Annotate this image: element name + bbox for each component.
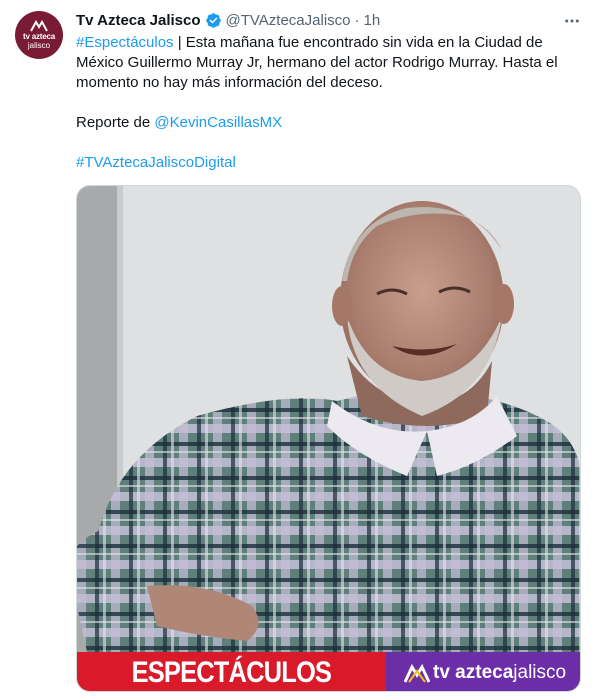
banner-section-label: ESPECTÁCULOS bbox=[77, 652, 386, 691]
report-paragraph: Reporte de @KevinCasillasMX bbox=[76, 113, 581, 133]
avatar-line1: tv azteca bbox=[23, 32, 55, 41]
photo-image bbox=[77, 186, 580, 652]
tweet-text: #Espectáculos | Esta mañana fue encontra… bbox=[76, 33, 581, 173]
tweet-card[interactable]: tv azteca jalisco Tv Azteca Jalisco @TVA… bbox=[0, 0, 595, 697]
banner-brand-text: tv azteca bbox=[433, 661, 514, 683]
verified-badge-icon[interactable] bbox=[205, 12, 222, 29]
display-name[interactable]: Tv Azteca Jalisco bbox=[76, 12, 201, 29]
tweet-media[interactable]: ESPECTÁCULOS tv azteca jalisco bbox=[76, 185, 581, 692]
banner-brand: tv azteca jalisco bbox=[386, 652, 580, 691]
banner-location-text: jalisco bbox=[513, 661, 567, 683]
avatar-line2: jalisco bbox=[27, 41, 51, 50]
tv-azteca-logo-icon bbox=[30, 20, 48, 32]
banner-left-text: ESPECTÁCULOS bbox=[131, 655, 332, 689]
timestamp[interactable]: 1h bbox=[364, 12, 381, 29]
avatar[interactable]: tv azteca jalisco bbox=[15, 11, 63, 59]
hashtag-link[interactable]: #Espectáculos bbox=[76, 34, 174, 51]
more-horizontal-icon[interactable] bbox=[563, 12, 581, 30]
tweet-body-paragraph: #Espectáculos | Esta mañana fue encontra… bbox=[76, 33, 581, 93]
tv-azteca-logo-icon bbox=[404, 663, 430, 683]
hashtag-paragraph: #TVAztecaJaliscoDigital bbox=[76, 153, 581, 173]
separator: · bbox=[354, 11, 360, 29]
tweet-header: Tv Azteca Jalisco @TVAztecaJalisco · 1h bbox=[76, 10, 380, 30]
hashtag2-link[interactable]: #TVAztecaJaliscoDigital bbox=[76, 154, 236, 171]
media-banner: ESPECTÁCULOS tv azteca jalisco bbox=[77, 652, 580, 691]
handle[interactable]: @TVAztecaJalisco bbox=[226, 12, 351, 29]
mention-link[interactable]: @KevinCasillasMX bbox=[154, 114, 282, 131]
report-prefix: Reporte de bbox=[76, 114, 155, 131]
